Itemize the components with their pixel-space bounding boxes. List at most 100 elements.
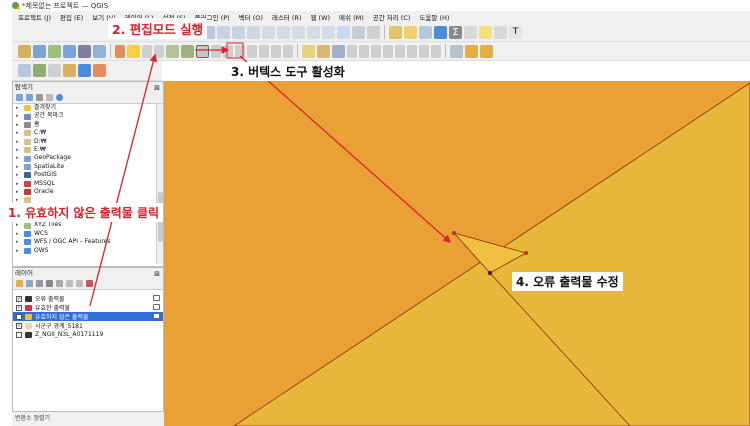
filter-icon[interactable] xyxy=(36,94,43,101)
collapse-icon[interactable] xyxy=(46,94,53,101)
expand-arrow-icon[interactable]: ▸ xyxy=(16,129,21,137)
menu-vector[interactable]: 벡터 (O) xyxy=(239,12,263,22)
layer-symbol-icon[interactable] xyxy=(25,322,32,329)
menu-mesh[interactable]: 메쉬 (M) xyxy=(339,12,364,22)
label-toolbar-icon[interactable] xyxy=(302,44,315,58)
layer-visibility-checkbox[interactable]: ✓ xyxy=(16,322,22,329)
menu-edit[interactable]: 편집 (E) xyxy=(60,12,83,22)
expand-arrow-icon[interactable]: ▸ xyxy=(16,247,21,255)
data-source-manager-icon[interactable] xyxy=(93,44,106,58)
copy-features-icon[interactable] xyxy=(247,44,257,58)
browser-item[interactable]: ▸ PostGIS xyxy=(16,171,163,179)
expand-arrow-icon[interactable]: ▸ xyxy=(16,188,21,196)
collapse-icon[interactable] xyxy=(76,280,83,287)
zoom-native-icon[interactable] xyxy=(307,25,320,39)
browser-scrollbar[interactable] xyxy=(156,104,163,264)
deselect-icon[interactable] xyxy=(480,44,493,58)
menu-help[interactable]: 도움말 (H) xyxy=(419,12,449,22)
eye-icon[interactable] xyxy=(78,64,91,77)
expand-arrow-icon[interactable]: ▸ xyxy=(16,146,21,154)
layer-row[interactable]: ✓ 유효하지 않은 출력물 xyxy=(13,312,163,321)
close-icon[interactable]: ⊠ xyxy=(154,83,160,93)
expand-arrow-icon[interactable]: ▸ xyxy=(16,112,21,120)
attribute-table-icon[interactable] xyxy=(419,25,432,39)
layer-row[interactable]: Z_NGII_N3L_A0171119 xyxy=(13,330,163,339)
statistics-icon[interactable]: Σ xyxy=(449,25,462,39)
expand-arrow-icon[interactable]: ▸ xyxy=(16,121,21,129)
plugin-tool-icon[interactable] xyxy=(93,64,106,77)
select-by-location-icon[interactable] xyxy=(465,44,478,58)
expand-arrow-icon[interactable]: ▸ xyxy=(16,230,21,238)
new-geopackage-icon[interactable] xyxy=(48,44,61,58)
remove-layer-icon[interactable] xyxy=(86,280,93,287)
expand-arrow-icon[interactable]: ▸ xyxy=(16,154,21,162)
browser-item[interactable]: ▸ 공간 북마크 xyxy=(16,112,163,120)
browser-item[interactable]: ▸ OWS xyxy=(16,247,163,255)
label-show-icon[interactable] xyxy=(347,44,357,58)
layer-symbol-icon[interactable] xyxy=(25,331,32,338)
add-group-icon[interactable] xyxy=(26,280,33,287)
vertex-tool-icon[interactable] xyxy=(196,44,209,58)
layer-symbol-icon[interactable] xyxy=(25,295,32,302)
menu-processing[interactable]: 공간 처리 (C) xyxy=(373,12,411,22)
zoom-in-icon[interactable] xyxy=(217,25,230,39)
measure-icon[interactable] xyxy=(464,25,477,39)
zoom-out-icon[interactable] xyxy=(232,25,245,39)
identify-icon[interactable] xyxy=(389,25,402,39)
zoom-last-icon[interactable] xyxy=(322,25,335,39)
text-annotation-icon[interactable]: T xyxy=(509,25,522,39)
open-layer-icon[interactable] xyxy=(18,44,31,58)
zoom-selection-icon[interactable] xyxy=(277,25,290,39)
label-property-icon[interactable] xyxy=(431,44,441,58)
browser-item[interactable]: ▸ C:₩ xyxy=(16,129,163,137)
new-shapefile-icon[interactable] xyxy=(33,44,46,58)
error-point-marker[interactable] xyxy=(487,270,493,276)
layer-visibility-checkbox[interactable]: ✓ xyxy=(16,304,22,311)
temporal-controller-icon[interactable] xyxy=(352,25,365,39)
expand-icon[interactable] xyxy=(66,280,73,287)
expand-arrow-icon[interactable]: ▸ xyxy=(16,171,21,179)
digitize-shape-icon[interactable] xyxy=(166,44,179,58)
label-style-icon[interactable] xyxy=(407,44,417,58)
vertex-marker[interactable] xyxy=(452,231,456,235)
undo-icon[interactable] xyxy=(271,44,281,58)
layer-row[interactable]: ✓ 유효한 출력물 xyxy=(13,303,163,312)
browser-item[interactable]: ▸ MSSQL xyxy=(16,180,163,188)
layer-indicator-icon[interactable] xyxy=(153,304,160,310)
plugin-tool-icon[interactable] xyxy=(33,64,46,77)
menu-project[interactable]: 프로젝트 (J) xyxy=(18,12,51,22)
refresh-icon[interactable] xyxy=(367,25,380,39)
expand-arrow-icon[interactable]: ▸ xyxy=(16,221,21,229)
browser-item[interactable]: ▸ WCS xyxy=(16,230,163,238)
layer-indicator-icon[interactable] xyxy=(153,313,160,319)
filter-legend-icon[interactable] xyxy=(56,280,63,287)
browser-item[interactable]: ▸ GeoPackage xyxy=(16,154,163,162)
browser-item[interactable]: ▸ SpatiaLite xyxy=(16,163,163,171)
menu-raster[interactable]: 래스터 (R) xyxy=(272,12,302,22)
menu-web[interactable]: 웹 (W) xyxy=(311,12,331,22)
redo-icon[interactable] xyxy=(283,44,293,58)
layer-visibility-checkbox[interactable] xyxy=(16,331,22,338)
expand-arrow-icon[interactable]: ▸ xyxy=(16,238,21,246)
save-edits-icon[interactable] xyxy=(142,44,152,58)
map-tips-icon[interactable] xyxy=(479,25,492,39)
expand-arrow-icon[interactable]: ▸ xyxy=(16,180,21,188)
layer-style-icon[interactable] xyxy=(16,280,23,287)
label-move-icon[interactable] xyxy=(359,44,369,58)
browser-item[interactable]: ▸ WFS / OGC API – Features xyxy=(16,238,163,246)
cut-features-icon[interactable] xyxy=(235,44,245,58)
label-callout-icon[interactable] xyxy=(419,44,429,58)
new-spatialite-icon[interactable] xyxy=(63,44,76,58)
label-pin-icon[interactable] xyxy=(317,44,330,58)
zoom-rubberband-icon[interactable] xyxy=(247,25,260,39)
map-canvas[interactable] xyxy=(164,81,750,426)
expand-arrow-icon[interactable]: ▸ xyxy=(16,163,21,171)
add-icon[interactable] xyxy=(16,94,23,101)
browser-item[interactable]: ▸ D:₩ xyxy=(16,138,163,146)
processing-toolbox-icon[interactable] xyxy=(434,25,447,39)
layer-row[interactable]: ✓ 시군구 경계_5181 xyxy=(13,321,163,330)
toggle-editing-pencil-icon[interactable] xyxy=(127,44,140,58)
modify-attributes-icon[interactable] xyxy=(211,44,221,58)
vertex-marker[interactable] xyxy=(524,251,528,255)
plugin-tool-icon[interactable] xyxy=(63,64,76,77)
